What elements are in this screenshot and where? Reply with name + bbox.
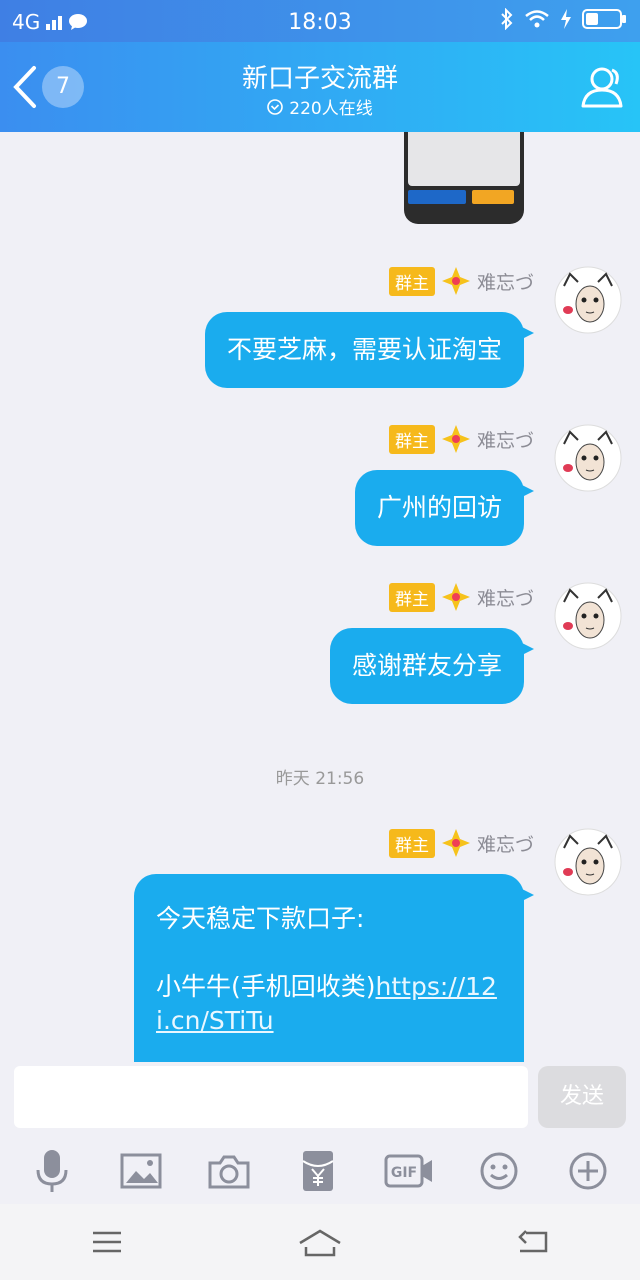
message-bubble[interactable]: 今天稳定下款口子: 小牛牛(手机回收类)https://12i.cn/STiTu	[134, 874, 534, 1062]
avatar[interactable]	[554, 424, 622, 492]
timestamp: 昨天 21:56	[275, 769, 365, 789]
avatar[interactable]	[554, 266, 622, 334]
chat-screen: 4G 18:03 7 新口子交流群 220人在线 群主 难忘づ 不要芝麻，需要认…	[0, 0, 640, 1280]
send-button[interactable]: 发送	[538, 1066, 626, 1128]
system-nav-bar	[0, 1204, 640, 1280]
mic-icon[interactable]	[27, 1146, 77, 1196]
svg-text:GIF: GIF	[390, 1165, 416, 1181]
sparkle-icon	[441, 425, 470, 453]
gif-icon[interactable]: GIF	[382, 1146, 436, 1196]
message-bubble[interactable]: 感谢群友分享	[329, 628, 535, 704]
sender-name: 难忘づ	[476, 833, 534, 856]
image-thumbnail	[408, 132, 520, 186]
sparkle-icon	[441, 829, 470, 857]
message-line: 今天稳定下款口子:	[156, 904, 365, 933]
message-bubble[interactable]: 广州的回访	[354, 470, 535, 546]
input-bar: 发送	[0, 1062, 640, 1138]
home-icon[interactable]	[290, 1217, 350, 1267]
group-members-button[interactable]	[580, 64, 626, 110]
camera-icon[interactable]	[204, 1146, 254, 1196]
image-icon[interactable]	[116, 1146, 166, 1196]
menu-icon[interactable]	[77, 1217, 137, 1267]
charging-icon	[561, 9, 571, 29]
message-input[interactable]	[14, 1066, 528, 1128]
sender-name: 难忘づ	[476, 271, 534, 294]
sparkle-icon	[441, 267, 470, 295]
bluetooth-icon	[501, 8, 513, 30]
wifi-icon	[525, 10, 549, 28]
owner-badge: 群主	[388, 582, 435, 612]
sender-name: 难忘づ	[476, 429, 534, 452]
plus-icon[interactable]	[563, 1146, 613, 1196]
sparkle-icon	[441, 583, 470, 611]
online-count: 220人在线	[289, 99, 373, 119]
sender-name: 难忘づ	[476, 587, 534, 610]
input-toolbar: GIF	[0, 1138, 640, 1204]
status-bar: 4G 18:03	[0, 0, 640, 42]
red-packet-icon[interactable]	[293, 1146, 343, 1196]
owner-badge: 群主	[388, 424, 435, 454]
back-icon[interactable]	[503, 1217, 563, 1267]
group-title: 新口子交流群	[241, 64, 398, 94]
owner-badge: 群主	[388, 266, 435, 296]
avatar[interactable]	[554, 828, 622, 896]
message-list[interactable]: 群主 难忘づ 不要芝麻，需要认证淘宝 群主 难忘づ 广州的回访 群主 难忘づ 感…	[0, 132, 640, 1062]
avatar[interactable]	[554, 582, 622, 650]
message-bubble[interactable]: 不要芝麻，需要认证淘宝	[204, 312, 535, 388]
message-line: 小牛牛(手机回收类)	[156, 972, 376, 1001]
image-message[interactable]	[404, 132, 524, 224]
chat-header: 7 新口子交流群 220人在线	[0, 42, 640, 132]
emoji-icon[interactable]	[474, 1146, 524, 1196]
online-check-icon	[267, 98, 284, 115]
group-profile-icon	[581, 67, 623, 108]
owner-badge: 群主	[388, 828, 435, 858]
battery-icon	[582, 9, 626, 29]
